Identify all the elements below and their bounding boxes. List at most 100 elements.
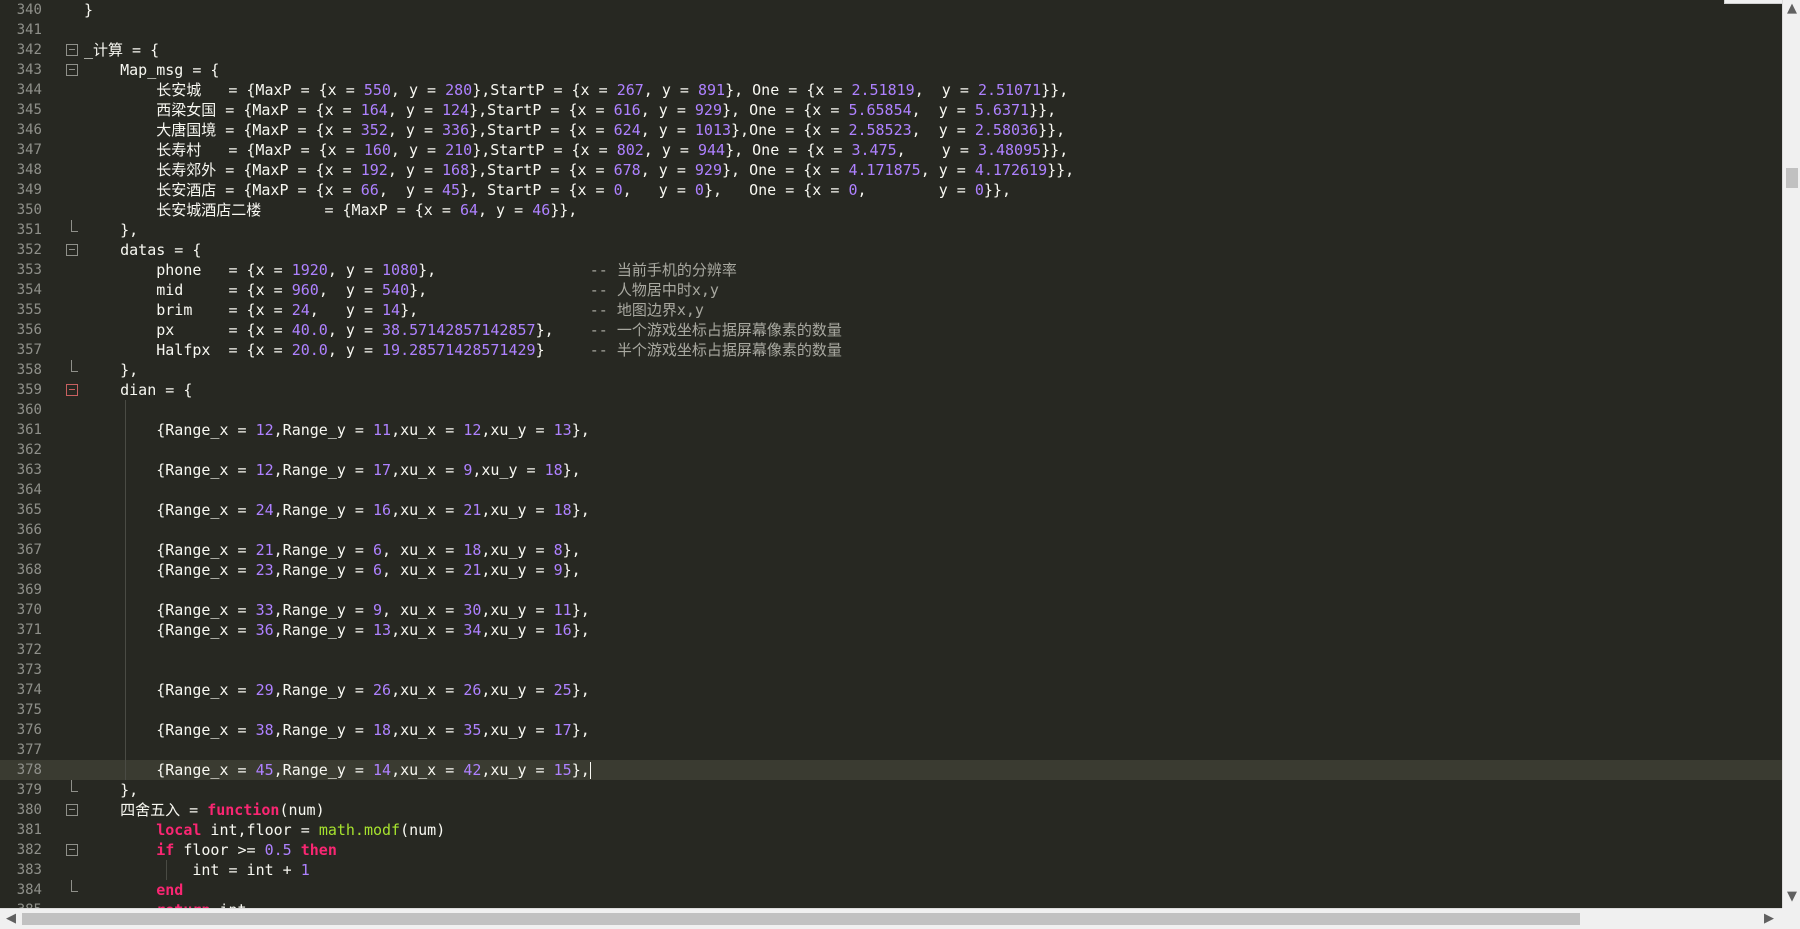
code-line[interactable]: 384 end bbox=[0, 880, 1782, 900]
code-line[interactable]: 354 mid = {x = 960, y = 540}, -- 人物居中时x,… bbox=[0, 280, 1782, 300]
line-code[interactable]: if floor >= 0.5 then bbox=[84, 840, 337, 860]
code-line[interactable]: 378 {Range_x = 45,Range_y = 14,xu_x = 42… bbox=[0, 760, 1782, 780]
line-code[interactable]: {Range_x = 38,Range_y = 18,xu_x = 35,xu_… bbox=[84, 720, 590, 740]
code-line[interactable]: 359 dian = { bbox=[0, 380, 1782, 400]
code-line[interactable]: 383 int = int + 1 bbox=[0, 860, 1782, 880]
code-line[interactable]: 382 if floor >= 0.5 then bbox=[0, 840, 1782, 860]
line-code[interactable]: dian = { bbox=[84, 380, 192, 400]
code-line[interactable]: 364 bbox=[0, 480, 1782, 500]
line-code[interactable]: 四舍五入 = function(num) bbox=[84, 800, 325, 820]
fold-toggle-icon[interactable] bbox=[66, 384, 78, 396]
line-code[interactable]: {Range_x = 23,Range_y = 6, xu_x = 21,xu_… bbox=[84, 560, 580, 580]
fold-toggle-icon[interactable] bbox=[66, 44, 78, 56]
line-code[interactable]: _计算 = { bbox=[84, 40, 159, 60]
code-line[interactable]: 362 bbox=[0, 440, 1782, 460]
code-line[interactable]: 340} bbox=[0, 0, 1782, 20]
code-line[interactable]: 361 {Range_x = 12,Range_y = 11,xu_x = 12… bbox=[0, 420, 1782, 440]
code-line[interactable]: 368 {Range_x = 23,Range_y = 6, xu_x = 21… bbox=[0, 560, 1782, 580]
fold-toggle-icon[interactable] bbox=[66, 64, 78, 76]
fold-toggle-icon[interactable] bbox=[66, 844, 78, 856]
line-code[interactable]: {Range_x = 45,Range_y = 14,xu_x = 42,xu_… bbox=[84, 760, 591, 780]
code-line[interactable]: 344 长安城 = {MaxP = {x = 550, y = 280},Sta… bbox=[0, 80, 1782, 100]
code-line[interactable]: 351 }, bbox=[0, 220, 1782, 240]
horizontal-scroll-thumb[interactable] bbox=[22, 913, 1580, 925]
code-line[interactable]: 349 长安酒店 = {MaxP = {x = 66, y = 45}, Sta… bbox=[0, 180, 1782, 200]
line-code[interactable]: end bbox=[84, 880, 183, 900]
line-code[interactable]: Halfpx = {x = 20.0, y = 19.2857142857142… bbox=[84, 340, 842, 360]
line-code[interactable]: {Range_x = 12,Range_y = 11,xu_x = 12,xu_… bbox=[84, 420, 590, 440]
line-code[interactable]: {Range_x = 36,Range_y = 13,xu_x = 34,xu_… bbox=[84, 620, 590, 640]
code-line[interactable]: 356 px = {x = 40.0, y = 38.5714285714285… bbox=[0, 320, 1782, 340]
code-line[interactable]: 366 bbox=[0, 520, 1782, 540]
fold-toggle-icon[interactable] bbox=[66, 244, 78, 256]
line-code[interactable]: 长寿郊外 = {MaxP = {x = 192, y = 168},StartP… bbox=[84, 160, 1074, 180]
code-line[interactable]: 352 datas = { bbox=[0, 240, 1782, 260]
code-line[interactable]: 371 {Range_x = 36,Range_y = 13,xu_x = 34… bbox=[0, 620, 1782, 640]
line-number: 380 bbox=[16, 802, 42, 818]
scroll-left-icon[interactable]: ◀ bbox=[2, 910, 20, 928]
code-line[interactable]: 360 bbox=[0, 400, 1782, 420]
code-line[interactable]: 355 brim = {x = 24, y = 14}, -- 地图边界x,y bbox=[0, 300, 1782, 320]
code-line[interactable]: 342 _计算 = { bbox=[0, 40, 1782, 60]
line-code[interactable]: 长安城酒店二楼 = {MaxP = {x = 64, y = 46}}, bbox=[84, 200, 577, 220]
vertical-scroll-thumb[interactable] bbox=[1786, 168, 1798, 188]
vertical-scrollbar[interactable]: ▲ ▼ bbox=[1782, 0, 1800, 908]
scroll-down-icon[interactable]: ▼ bbox=[1783, 888, 1800, 906]
line-code[interactable]: datas = { bbox=[84, 240, 201, 260]
line-code[interactable]: brim = {x = 24, y = 14}, -- 地图边界x,y bbox=[84, 300, 704, 320]
line-code[interactable]: {Range_x = 24,Range_y = 16,xu_x = 21,xu_… bbox=[84, 500, 590, 520]
code-line[interactable]: 343 Map_msg = { bbox=[0, 60, 1782, 80]
line-code[interactable]: return int bbox=[84, 900, 246, 908]
line-code[interactable]: 西梁女国 = {MaxP = {x = 164, y = 124},StartP… bbox=[84, 100, 1056, 120]
line-code[interactable]: {Range_x = 29,Range_y = 26,xu_x = 26,xu_… bbox=[84, 680, 590, 700]
code-line[interactable]: 347 长寿村 = {MaxP = {x = 160, y = 210},Sta… bbox=[0, 140, 1782, 160]
line-code[interactable]: {Range_x = 12,Range_y = 17,xu_x = 9,xu_y… bbox=[84, 460, 580, 480]
code-line[interactable]: 379 }, bbox=[0, 780, 1782, 800]
code-line[interactable]: 346 大唐国境 = {MaxP = {x = 352, y = 336},St… bbox=[0, 120, 1782, 140]
code-line[interactable]: 375 bbox=[0, 700, 1782, 720]
code-line[interactable]: 350 长安城酒店二楼 = {MaxP = {x = 64, y = 46}}, bbox=[0, 200, 1782, 220]
line-code[interactable]: }, bbox=[84, 780, 138, 800]
line-code[interactable]: 长安酒店 = {MaxP = {x = 66, y = 45}, StartP … bbox=[84, 180, 1011, 200]
fold-toggle-icon[interactable] bbox=[66, 804, 78, 816]
code-line[interactable]: 363 {Range_x = 12,Range_y = 17,xu_x = 9,… bbox=[0, 460, 1782, 480]
line-code[interactable]: }, bbox=[84, 360, 138, 380]
line-code[interactable]: local int,floor = math.modf(num) bbox=[84, 820, 445, 840]
code-line[interactable]: 353 phone = {x = 1920, y = 1080}, -- 当前手… bbox=[0, 260, 1782, 280]
code-line[interactable]: 358 }, bbox=[0, 360, 1782, 380]
line-code[interactable]: mid = {x = 960, y = 540}, -- 人物居中时x,y bbox=[84, 280, 719, 300]
line-code[interactable]: px = {x = 40.0, y = 38.57142857142857}, … bbox=[84, 320, 842, 340]
horizontal-scrollbar[interactable]: ◀ ▶ bbox=[0, 908, 1782, 929]
line-code[interactable]: 长寿村 = {MaxP = {x = 160, y = 210},StartP … bbox=[84, 140, 1068, 160]
code-line[interactable]: 380 四舍五入 = function(num) bbox=[0, 800, 1782, 820]
line-code[interactable]: }, bbox=[84, 220, 138, 240]
code-line[interactable]: 385 return int bbox=[0, 900, 1782, 908]
code-line[interactable]: 348 长寿郊外 = {MaxP = {x = 192, y = 168},St… bbox=[0, 160, 1782, 180]
code-token: 17 bbox=[553, 721, 572, 739]
line-code[interactable]: 大唐国境 = {MaxP = {x = 352, y = 336},StartP… bbox=[84, 120, 1065, 140]
scroll-up-icon[interactable]: ▲ bbox=[1783, 0, 1800, 18]
code-line[interactable]: 367 {Range_x = 21,Range_y = 6, xu_x = 18… bbox=[0, 540, 1782, 560]
line-code[interactable]: phone = {x = 1920, y = 1080}, -- 当前手机的分辨… bbox=[84, 260, 737, 280]
code-comment: -- 地图边界x,y bbox=[589, 301, 704, 319]
code-line[interactable]: 345 西梁女国 = {MaxP = {x = 164, y = 124},St… bbox=[0, 100, 1782, 120]
line-code[interactable]: {Range_x = 21,Range_y = 6, xu_x = 18,xu_… bbox=[84, 540, 580, 560]
code-token: 30 bbox=[463, 601, 482, 619]
code-editor[interactable]: 340} 341 342 _计算 = {343 Map_msg = {344 长安城 … bbox=[0, 0, 1782, 908]
code-line[interactable]: 357 Halfpx = {x = 20.0, y = 19.285714285… bbox=[0, 340, 1782, 360]
code-line[interactable]: 369 bbox=[0, 580, 1782, 600]
code-line[interactable]: 377 bbox=[0, 740, 1782, 760]
code-line[interactable]: 381 local int,floor = math.modf(num) bbox=[0, 820, 1782, 840]
code-line[interactable]: 374 {Range_x = 29,Range_y = 26,xu_x = 26… bbox=[0, 680, 1782, 700]
line-code[interactable]: 长安城 = {MaxP = {x = 550, y = 280},StartP … bbox=[84, 80, 1068, 100]
line-code[interactable]: Map_msg = { bbox=[84, 60, 219, 80]
line-code[interactable]: {Range_x = 33,Range_y = 9, xu_x = 30,xu_… bbox=[84, 600, 590, 620]
code-line[interactable]: 365 {Range_x = 24,Range_y = 16,xu_x = 21… bbox=[0, 500, 1782, 520]
code-line[interactable]: 372 bbox=[0, 640, 1782, 660]
code-line[interactable]: 376 {Range_x = 38,Range_y = 18,xu_x = 35… bbox=[0, 720, 1782, 740]
scroll-right-icon[interactable]: ▶ bbox=[1760, 910, 1778, 928]
line-code[interactable]: int = int + 1 bbox=[84, 860, 309, 880]
code-line[interactable]: 373 bbox=[0, 660, 1782, 680]
code-line[interactable]: 341 bbox=[0, 20, 1782, 40]
code-line[interactable]: 370 {Range_x = 33,Range_y = 9, xu_x = 30… bbox=[0, 600, 1782, 620]
